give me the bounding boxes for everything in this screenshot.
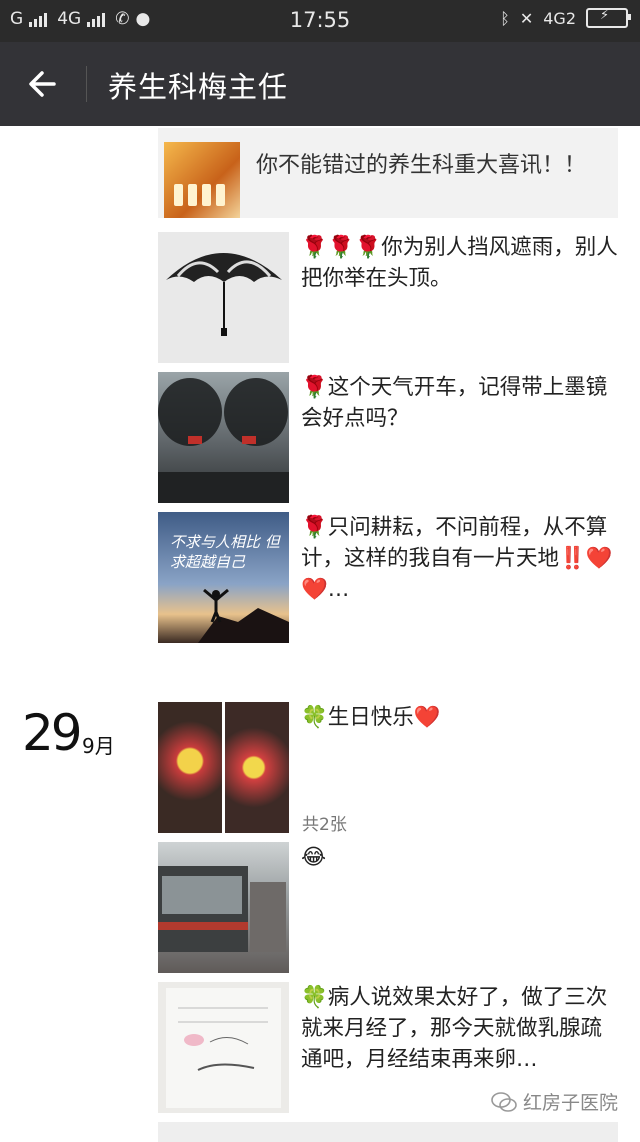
motto-image: 不求与人相比 但求超越自己 <box>158 512 289 643</box>
form-image <box>158 982 289 1113</box>
title-divider <box>86 66 87 102</box>
post-text: 🍀生日快乐❤️ <box>301 705 441 730</box>
moments-feed[interactable]: 你不能错过的养生科重大喜讯！！ 🌹🌹🌹你为别人挡风遮雨，别人把你举在头顶。 🌹这… <box>0 126 640 1142</box>
battery-icon: ⚡ <box>586 8 631 28</box>
post-text: 😂 <box>301 845 327 870</box>
post-text: 🌹这个天气开车，记得带上墨镜会好点吗？ <box>301 375 608 431</box>
status-bar: G 4G ✆ ● 17:55 ᛒ ✕ 4G2 ⚡ <box>0 0 640 42</box>
shared-link-thumbnail <box>164 142 240 218</box>
photo-count: 共2张 <box>302 815 347 835</box>
page-title: 养生科梅主任 <box>108 70 289 104</box>
muted-icon: ✕ <box>519 8 534 28</box>
back-button[interactable] <box>22 62 66 106</box>
status-right: ᛒ ✕ 4G2 ⚡ <box>500 8 631 28</box>
sunglasses-image <box>158 372 289 503</box>
cake-image-1 <box>158 702 222 833</box>
right-network-label: 4G2 <box>543 8 576 28</box>
back-arrow-icon <box>29 71 56 97</box>
watermark: 红房子医院 <box>491 1088 618 1115</box>
bus-image <box>158 842 289 973</box>
umbrella-image <box>158 232 289 363</box>
post-text: 🌹🌹🌹你为别人挡风遮雨，别人把你举在头顶。 <box>301 235 618 291</box>
bluetooth-icon: ᛒ <box>500 8 510 28</box>
post-text: 🌹只问耕耘，不问前程，从不算计，这样的我自有一片天地‼️❤️❤️… <box>301 515 613 602</box>
title-bar: 养生科梅主任 <box>0 42 640 126</box>
wechat-icon <box>491 1091 517 1112</box>
post-text: 🍀病人说效果太好了，做了三次就来月经了，那今天就做乳腺疏通吧，月经结束再来卵… <box>301 985 608 1072</box>
date-month: 9月 <box>82 734 115 758</box>
date-day: 29 <box>22 704 83 762</box>
cake-image-2 <box>225 702 289 833</box>
shared-link-card[interactable]: 你不能错过的养生科重大喜讯！！ <box>158 128 618 218</box>
shared-link-text: 你不能错过的养生科重大喜讯！！ <box>256 153 587 178</box>
next-post-strip <box>158 1122 618 1142</box>
watermark-text: 红房子医院 <box>522 1092 618 1114</box>
